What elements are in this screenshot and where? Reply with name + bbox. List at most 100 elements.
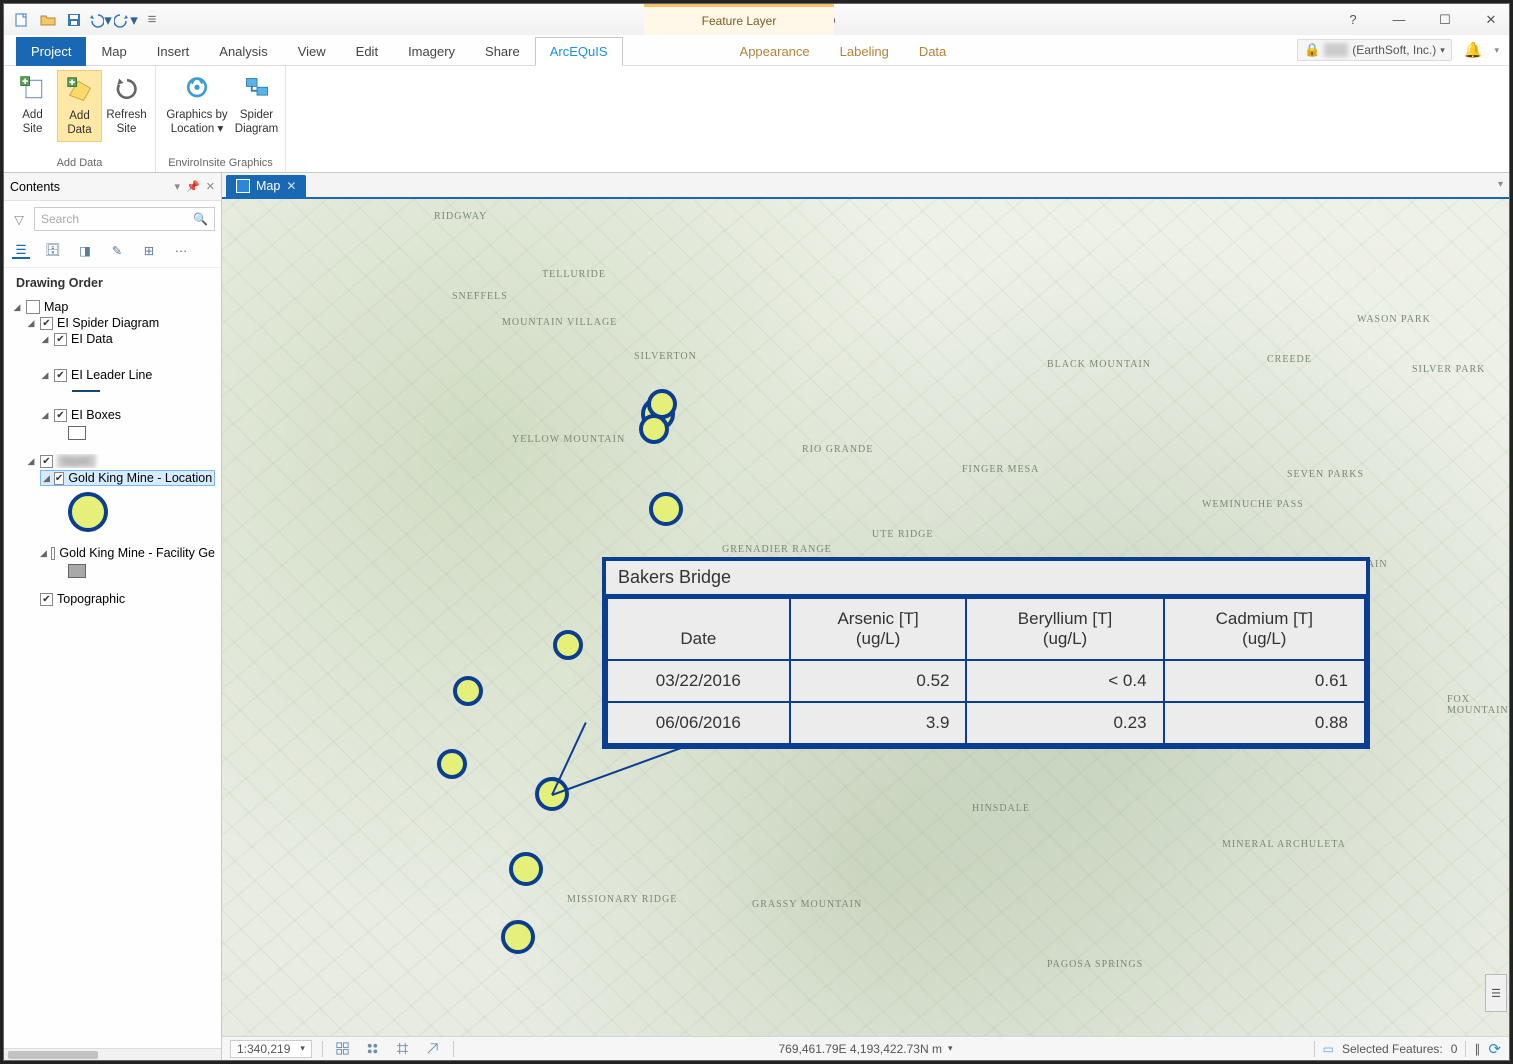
col-arsenic: Arsenic [T](ug/L): [790, 598, 967, 660]
tree-blurred-node[interactable]: ◢✔layer: [26, 454, 215, 468]
selected-features-label: Selected Features:: [1342, 1042, 1443, 1056]
map-text-label: Pagosa Springs: [1047, 959, 1143, 970]
map-canvas[interactable]: Yellow MountainBlack MountainSilver Park…: [222, 199, 1509, 1036]
location-point[interactable]: [509, 852, 543, 886]
add-data-icon: [64, 74, 96, 106]
view-tabs-dropdown-icon[interactable]: ▾: [1498, 179, 1503, 190]
autohide-icon[interactable]: ▾: [175, 180, 181, 193]
list-by-drawing-icon[interactable]: ☰: [12, 241, 30, 259]
contents-search-input[interactable]: Search 🔍: [34, 207, 215, 231]
more-icon[interactable]: ⋯: [172, 241, 190, 259]
filter-icon[interactable]: ▽: [10, 212, 28, 227]
tab-data[interactable]: Data: [904, 37, 961, 66]
help-button[interactable]: ?: [1339, 12, 1367, 27]
qat-redo-icon[interactable]: ▾: [114, 8, 138, 32]
graphics-by-location-icon: [181, 73, 213, 105]
tab-share[interactable]: Share: [470, 37, 535, 66]
location-point[interactable]: [553, 630, 583, 660]
refresh-site-button[interactable]: Refresh Site: [104, 70, 149, 140]
search-icon: 🔍: [193, 212, 208, 226]
list-by-selection-icon[interactable]: ◨: [76, 241, 94, 259]
map-text-label: Silver Park: [1412, 364, 1485, 375]
tree-boxes-node[interactable]: ◢✔EI Boxes: [40, 408, 215, 422]
minimize-button[interactable]: —: [1385, 12, 1413, 27]
qat-open-icon[interactable]: [36, 8, 60, 32]
catalog-collapsed-button[interactable]: ☰: [1485, 974, 1507, 1012]
col-date: Date: [607, 598, 790, 660]
add-data-button[interactable]: Add Data: [57, 70, 102, 142]
map-text-label: Mineral Archuleta: [1222, 839, 1346, 850]
selection-chip-icon[interactable]: ▭: [1323, 1042, 1334, 1056]
tree-spider-node[interactable]: ◢✔EI Spider Diagram: [26, 316, 215, 330]
coord-dropdown-icon[interactable]: ▾: [948, 1043, 953, 1054]
tree-leader-node[interactable]: ◢✔EI Leader Line: [40, 368, 215, 382]
qat-customize-icon[interactable]: ≡: [140, 8, 164, 32]
pause-draw-icon[interactable]: ∥: [1474, 1042, 1480, 1056]
title-bar: ▾ ▾ ≡ ****** - Map - ArcGIS Pro Feature …: [4, 4, 1509, 35]
sb-snapping-icon[interactable]: [363, 1040, 383, 1058]
close-pane-icon[interactable]: ✕: [206, 180, 215, 193]
map-text-label: Silverton: [634, 351, 697, 362]
layer-tree: ◢Map ◢✔EI Spider Diagram ◢✔EI Data ◢✔EI …: [4, 298, 221, 616]
map-text-label: Seven Parks: [1287, 469, 1364, 480]
contents-pane: Contents ▾ 📌 ✕ ▽ Search 🔍 ☰ 🗄 ◨ ✎ ⊞: [4, 173, 222, 1060]
list-by-source-icon[interactable]: 🗄: [44, 241, 62, 259]
tree-topo-node[interactable]: ◢✔Topographic: [26, 592, 215, 606]
tab-labeling[interactable]: Labeling: [825, 37, 904, 66]
spider-diagram-button[interactable]: Spider Diagram: [234, 70, 279, 140]
tree-eidata-node[interactable]: ◢✔EI Data: [40, 332, 215, 346]
list-by-snapping-icon[interactable]: ⊞: [140, 241, 158, 259]
drawing-order-title: Drawing Order: [4, 268, 221, 298]
tab-arcequis[interactable]: ArcEQuIS: [535, 37, 623, 66]
list-by-editing-icon[interactable]: ✎: [108, 241, 126, 259]
location-point[interactable]: [639, 414, 669, 444]
location-point[interactable]: [501, 920, 535, 954]
map-text-label: Black Mountain: [1047, 359, 1151, 370]
map-text-label: Telluride: [542, 269, 606, 280]
contents-horizontal-scrollbar[interactable]: [4, 1048, 221, 1060]
gold-facility-legend: [68, 564, 86, 578]
graphics-by-location-button[interactable]: Graphics by Location ▾: [162, 70, 232, 140]
tab-project[interactable]: Project: [16, 37, 86, 66]
tab-edit[interactable]: Edit: [341, 37, 393, 66]
maximize-button[interactable]: ☐: [1431, 12, 1459, 28]
selected-features-count: 0: [1451, 1042, 1458, 1056]
tree-map-node[interactable]: ◢Map: [12, 300, 215, 314]
location-point[interactable]: [437, 749, 467, 779]
sb-grid-icon[interactable]: [393, 1040, 413, 1058]
tree-gold-facility-node[interactable]: ◢Gold King Mine - Facility Ge: [40, 546, 215, 560]
map-tab-icon: [236, 179, 250, 193]
close-map-tab-icon[interactable]: ✕: [286, 179, 296, 193]
qat-save-icon[interactable]: [62, 8, 86, 32]
status-bar: 1:340,219▾ 769,461.79E 4,193,422.73N m ▾…: [222, 1036, 1509, 1060]
refresh-map-icon[interactable]: ⟳: [1488, 1040, 1501, 1058]
add-site-button[interactable]: Add Site: [10, 70, 55, 140]
tab-view[interactable]: View: [283, 37, 341, 66]
tab-analysis[interactable]: Analysis: [204, 37, 282, 66]
spider-diagram-icon: [241, 73, 273, 105]
coordinate-readout: 769,461.79E 4,193,422.73N m: [779, 1042, 942, 1056]
tree-gold-location-node[interactable]: ◢✔Gold King Mine - Location F: [40, 470, 215, 486]
user-name: [1324, 43, 1348, 57]
sb-constraints-icon[interactable]: [333, 1040, 353, 1058]
org-name: (EarthSoft, Inc.): [1352, 43, 1436, 57]
map-view-tab[interactable]: Map ✕: [226, 175, 306, 197]
map-text-label: Fox Mountain: [1447, 694, 1509, 716]
signin-badge[interactable]: 🔒 (EarthSoft, Inc.) ▾: [1297, 39, 1452, 61]
contextual-tab-group: Feature Layer: [644, 4, 834, 35]
pin-icon[interactable]: 📌: [186, 180, 200, 193]
close-button[interactable]: ✕: [1477, 12, 1505, 28]
tab-insert[interactable]: Insert: [142, 37, 205, 66]
callout-table: Date Arsenic [T](ug/L) Beryllium [T](ug/…: [606, 597, 1366, 745]
location-point[interactable]: [649, 492, 683, 526]
notifications-icon[interactable]: 🔔: [1464, 41, 1483, 59]
qat-undo-icon[interactable]: ▾: [88, 8, 112, 32]
sb-corrections-icon[interactable]: [423, 1040, 443, 1058]
map-scale-input[interactable]: 1:340,219▾: [230, 1040, 312, 1058]
tab-appearance[interactable]: Appearance: [725, 37, 825, 66]
location-point[interactable]: [453, 676, 483, 706]
qat-new-icon[interactable]: [10, 8, 34, 32]
leader-legend: [72, 390, 100, 392]
tab-map[interactable]: Map: [86, 37, 141, 66]
tab-imagery[interactable]: Imagery: [393, 37, 470, 66]
